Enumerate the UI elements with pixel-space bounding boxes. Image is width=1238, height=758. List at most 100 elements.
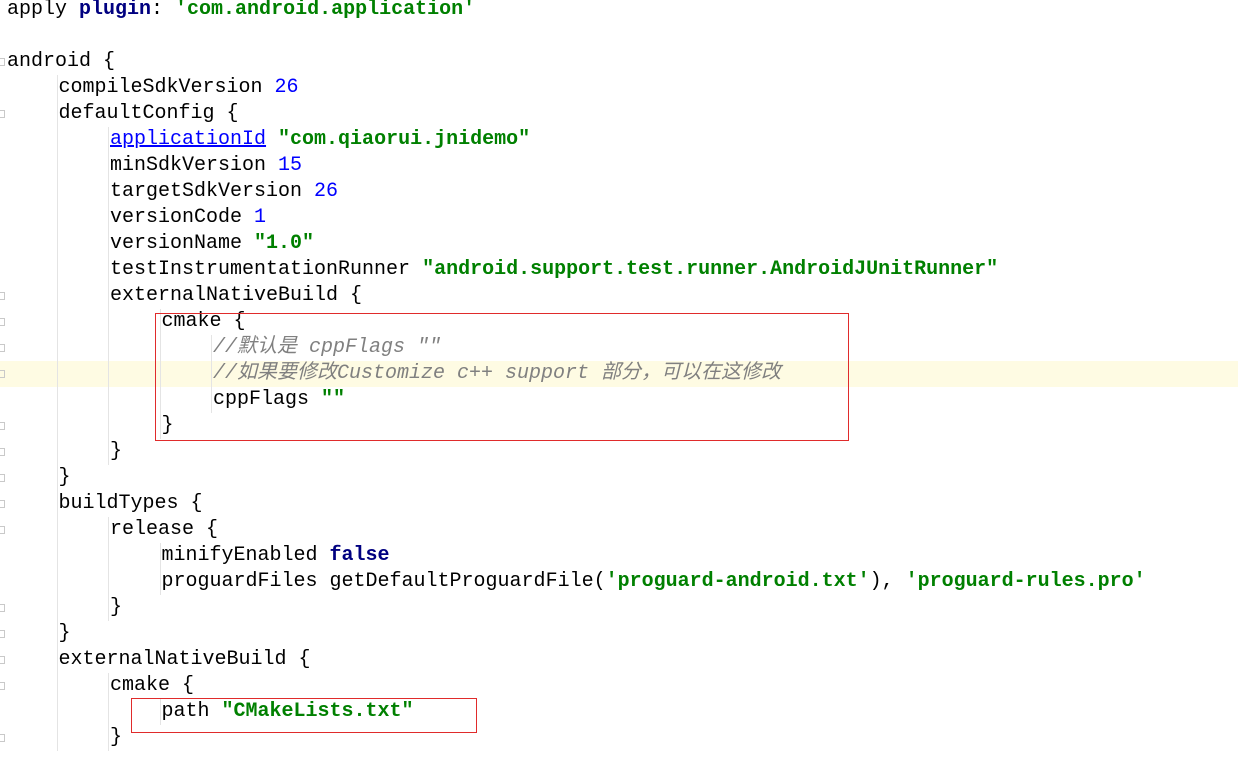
code-line[interactable]: release { — [0, 517, 1238, 543]
indent-guide — [56, 309, 58, 335]
indent-guide — [56, 413, 58, 439]
token-plain: proguardFiles getDefaultProguardFile( — [161, 570, 606, 593]
token-plain: } — [58, 622, 71, 645]
code-text: path "CMakeLists.txt" — [162, 699, 414, 725]
indent-guide — [56, 361, 58, 387]
code-line[interactable]: } — [0, 413, 1238, 439]
code-line[interactable]: proguardFiles getDefaultProguardFile('pr… — [0, 569, 1238, 595]
code-line[interactable]: //如果要修改Customize c++ support 部分，可以在这修改 — [0, 361, 1238, 387]
token-str: 'proguard-rules.pro' — [905, 570, 1146, 593]
fold-marker-icon[interactable] — [0, 656, 5, 664]
fold-marker-icon[interactable] — [0, 58, 5, 66]
indent-guide — [108, 413, 109, 439]
code-text: android { — [7, 49, 115, 75]
code-line[interactable] — [0, 23, 1238, 49]
indent-guide — [108, 673, 109, 699]
indent-guide — [56, 205, 58, 231]
indent-guide — [56, 595, 58, 621]
token-cm: //默认是 cppFlags "" — [213, 336, 442, 359]
fold-marker-icon[interactable] — [0, 292, 5, 300]
fold-marker-icon[interactable] — [0, 500, 5, 508]
fold-marker-icon[interactable] — [0, 422, 5, 430]
code-line[interactable]: externalNativeBuild { — [0, 647, 1238, 673]
code-line[interactable]: } — [0, 595, 1238, 621]
token-str: "android.support.test.runner.AndroidJUni… — [422, 258, 999, 281]
code-line[interactable]: targetSdkVersion 26 — [0, 179, 1238, 205]
token-plain: } — [110, 726, 123, 749]
fold-marker-icon[interactable] — [0, 370, 5, 378]
indent-guide — [108, 439, 109, 465]
token-plain: externalNativeBuild { — [58, 648, 311, 671]
fold-marker-icon[interactable] — [0, 448, 5, 456]
fold-marker-icon[interactable] — [0, 474, 5, 482]
indent-guide — [56, 699, 58, 725]
code-line[interactable]: externalNativeBuild { — [0, 283, 1238, 309]
code-text: //如果要修改Customize c++ support 部分，可以在这修改 — [213, 361, 781, 387]
code-line[interactable]: } — [0, 621, 1238, 647]
code-text: } — [110, 595, 122, 621]
token-str: "" — [321, 388, 346, 411]
indent-guide — [56, 439, 58, 465]
token-plain: } — [58, 466, 71, 489]
indent-guide — [211, 387, 212, 413]
indent-guide — [108, 361, 109, 387]
code-line[interactable]: versionCode 1 — [0, 205, 1238, 231]
token-str: "CMakeLists.txt" — [221, 700, 414, 723]
code-line[interactable]: minifyEnabled false — [0, 543, 1238, 569]
indent-guide — [56, 179, 58, 205]
code-line[interactable]: } — [0, 439, 1238, 465]
code-line[interactable]: testInstrumentationRunner "android.suppo… — [0, 257, 1238, 283]
token-plain: ), — [869, 570, 906, 593]
indent-guide — [108, 569, 109, 595]
code-line[interactable]: android { — [0, 49, 1238, 75]
code-text: } — [162, 413, 174, 439]
code-editor[interactable]: apply plugin: 'com.android.application' a… — [0, 0, 1238, 758]
indent-guide — [159, 569, 161, 595]
indent-guide — [108, 725, 109, 751]
indent-guide — [56, 231, 58, 257]
code-text: testInstrumentationRunner "android.suppo… — [110, 257, 998, 283]
indent-guide — [56, 569, 58, 595]
code-text: } — [59, 621, 71, 647]
code-line[interactable]: cppFlags "" — [0, 387, 1238, 413]
fold-marker-icon[interactable] — [0, 682, 5, 690]
code-line[interactable]: } — [0, 465, 1238, 491]
fold-marker-icon[interactable] — [0, 110, 5, 118]
indent-guide — [159, 387, 161, 413]
indent-guide — [211, 335, 212, 361]
indent-guide — [108, 387, 109, 413]
code-line[interactable]: cmake { — [0, 309, 1238, 335]
token-str: 'proguard-android.txt' — [605, 570, 870, 593]
code-text: buildTypes { — [59, 491, 203, 517]
fold-marker-icon[interactable] — [0, 604, 5, 612]
code-line[interactable]: apply plugin: 'com.android.application' — [0, 0, 1238, 23]
token-plain: cppFlags — [213, 388, 322, 411]
code-line[interactable]: cmake { — [0, 673, 1238, 699]
code-line[interactable]: compileSdkVersion 26 — [0, 75, 1238, 101]
code-line[interactable]: path "CMakeLists.txt" — [0, 699, 1238, 725]
code-line[interactable]: defaultConfig { — [0, 101, 1238, 127]
token-link[interactable]: applicationId — [110, 128, 266, 151]
code-line[interactable]: versionName "1.0" — [0, 231, 1238, 257]
code-line[interactable]: //默认是 cppFlags "" — [0, 335, 1238, 361]
code-line[interactable]: applicationId "com.qiaorui.jnidemo" — [0, 127, 1238, 153]
indent-guide — [108, 179, 109, 205]
indent-guide — [159, 309, 161, 335]
token-plain: targetSdkVersion — [110, 180, 315, 203]
code-line[interactable]: buildTypes { — [0, 491, 1238, 517]
indent-guide — [56, 153, 58, 179]
fold-marker-icon[interactable] — [0, 630, 5, 638]
token-plain: release { — [110, 518, 219, 541]
fold-marker-icon[interactable] — [0, 344, 5, 352]
indent-guide — [159, 413, 161, 439]
indent-guide — [108, 595, 109, 621]
fold-marker-icon[interactable] — [0, 318, 5, 326]
code-line[interactable]: } — [0, 725, 1238, 751]
fold-marker-icon[interactable] — [0, 526, 5, 534]
fold-marker-icon[interactable] — [0, 734, 5, 742]
token-num: 1 — [254, 206, 267, 229]
indent-guide — [56, 75, 58, 101]
code-text: externalNativeBuild { — [59, 647, 311, 673]
code-line[interactable]: minSdkVersion 15 — [0, 153, 1238, 179]
